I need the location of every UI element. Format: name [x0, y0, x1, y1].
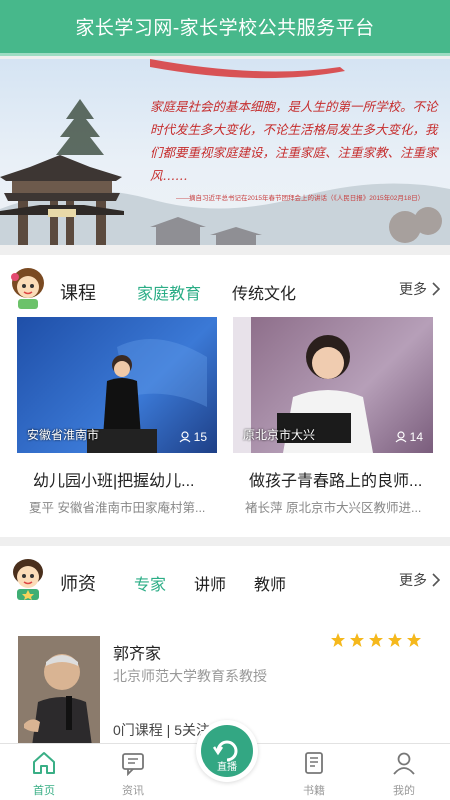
tab-traditional-culture[interactable]: 传统文化: [232, 280, 296, 304]
home-icon: [33, 752, 55, 774]
rating-stars: [330, 632, 422, 648]
tab-experts[interactable]: 专家: [134, 571, 166, 595]
chevron-right-icon: [432, 573, 440, 587]
tab-family-education[interactable]: 家庭教育: [137, 280, 201, 304]
more-label: 更多: [399, 281, 427, 297]
course-caption: 原北京市大兴: [243, 428, 316, 442]
teacher-photo[interactable]: [18, 636, 100, 746]
teachers-more-link[interactable]: 更多: [399, 570, 440, 590]
tab-home[interactable]: 首页: [9, 750, 79, 798]
courses-section: 课程 家庭教育 传统文化 更多 安徽省淮南市 15 幼儿园小班|把握幼儿... …: [0, 255, 450, 537]
tab-books[interactable]: 书籍: [279, 750, 349, 798]
app-header: 家长学习网-家长学校公共服务平台: [0, 0, 450, 56]
more-label: 更多: [399, 572, 427, 588]
course-caption: 安徽省淮南市: [27, 428, 100, 442]
star-icon: [407, 633, 421, 647]
news-icon: [122, 753, 144, 776]
teachers-title: 师资: [60, 574, 96, 594]
star-icon: [369, 633, 383, 647]
view-count: 15: [179, 430, 207, 444]
course-card[interactable]: 原北京市大兴 14 做孩子青春路上的良师... 褚长萍 原北京市大兴区教师进..…: [233, 317, 433, 516]
star-icon: [331, 633, 345, 647]
user-icon: [393, 752, 415, 775]
course-thumbnail: 安徽省淮南市 15: [17, 317, 217, 453]
live-button-circle: 直播: [201, 725, 253, 777]
tab-label: 书籍: [303, 785, 325, 797]
teacher-stats: 0门课程 | 5关注: [113, 722, 210, 738]
promo-banner[interactable]: 家庭是社会的基本细胞，是人生的第一所学校。不论时代发生多大变化，不论生活格局发生…: [0, 59, 450, 245]
teacher-position: 北京师范大学教育系教授: [113, 668, 267, 684]
live-label: 直播: [217, 762, 237, 773]
course-title: 幼儿园小班|把握幼儿...: [33, 473, 195, 490]
teachers-header: 师资 专家 讲师 教师 更多: [0, 546, 450, 602]
girl-avatar-icon: [11, 268, 44, 309]
teacher-portrait: [18, 636, 100, 746]
banner-quote: 家庭是社会的基本细胞，是人生的第一所学校。不论时代发生多大变化，不论生活格局发生…: [150, 99, 438, 183]
viewer-icon: [179, 431, 191, 443]
tab-label: 资讯: [122, 785, 144, 797]
courses-more-link[interactable]: 更多: [399, 279, 440, 299]
course-subtitle: 夏平 安徽省淮南市田家庵村第...: [29, 501, 206, 515]
course-title: 做孩子青春路上的良师...: [249, 473, 423, 490]
viewer-icon: [395, 431, 407, 443]
star-icon: [388, 633, 402, 647]
teacher-name[interactable]: 郭齐家: [113, 640, 161, 664]
course-card[interactable]: 安徽省淮南市 15 幼儿园小班|把握幼儿... 夏平 安徽省淮南市田家庵村第..…: [17, 317, 217, 516]
course-subtitle: 褚长萍 原北京市大兴区教师进...: [245, 501, 422, 515]
courses-header: 课程 家庭教育 传统文化 更多: [0, 255, 450, 311]
banner-source: ——摘自习近平总书记在2015年春节团拜会上的讲话（《人民日报》2015年02月…: [176, 195, 425, 202]
tab-label: 我的: [393, 785, 415, 797]
view-count-value: 15: [193, 430, 207, 444]
book-icon: [305, 752, 323, 774]
page-title: 家长学习网-家长学校公共服务平台: [75, 18, 375, 39]
view-count-value: 14: [409, 430, 423, 444]
tab-profile[interactable]: 我的: [369, 750, 439, 798]
tab-label: 首页: [33, 785, 55, 797]
courses-title: 课程: [60, 283, 96, 303]
tab-teachers[interactable]: 教师: [254, 571, 286, 595]
chevron-right-icon: [432, 282, 440, 296]
tab-lecturers[interactable]: 讲师: [194, 571, 226, 595]
boy-avatar-icon: [13, 559, 43, 600]
view-count: 14: [395, 430, 423, 444]
course-thumbnail: 原北京市大兴 14: [233, 317, 433, 453]
tab-news[interactable]: 资讯: [98, 750, 168, 798]
star-icon: [350, 633, 364, 647]
live-button[interactable]: 直播: [196, 720, 258, 782]
